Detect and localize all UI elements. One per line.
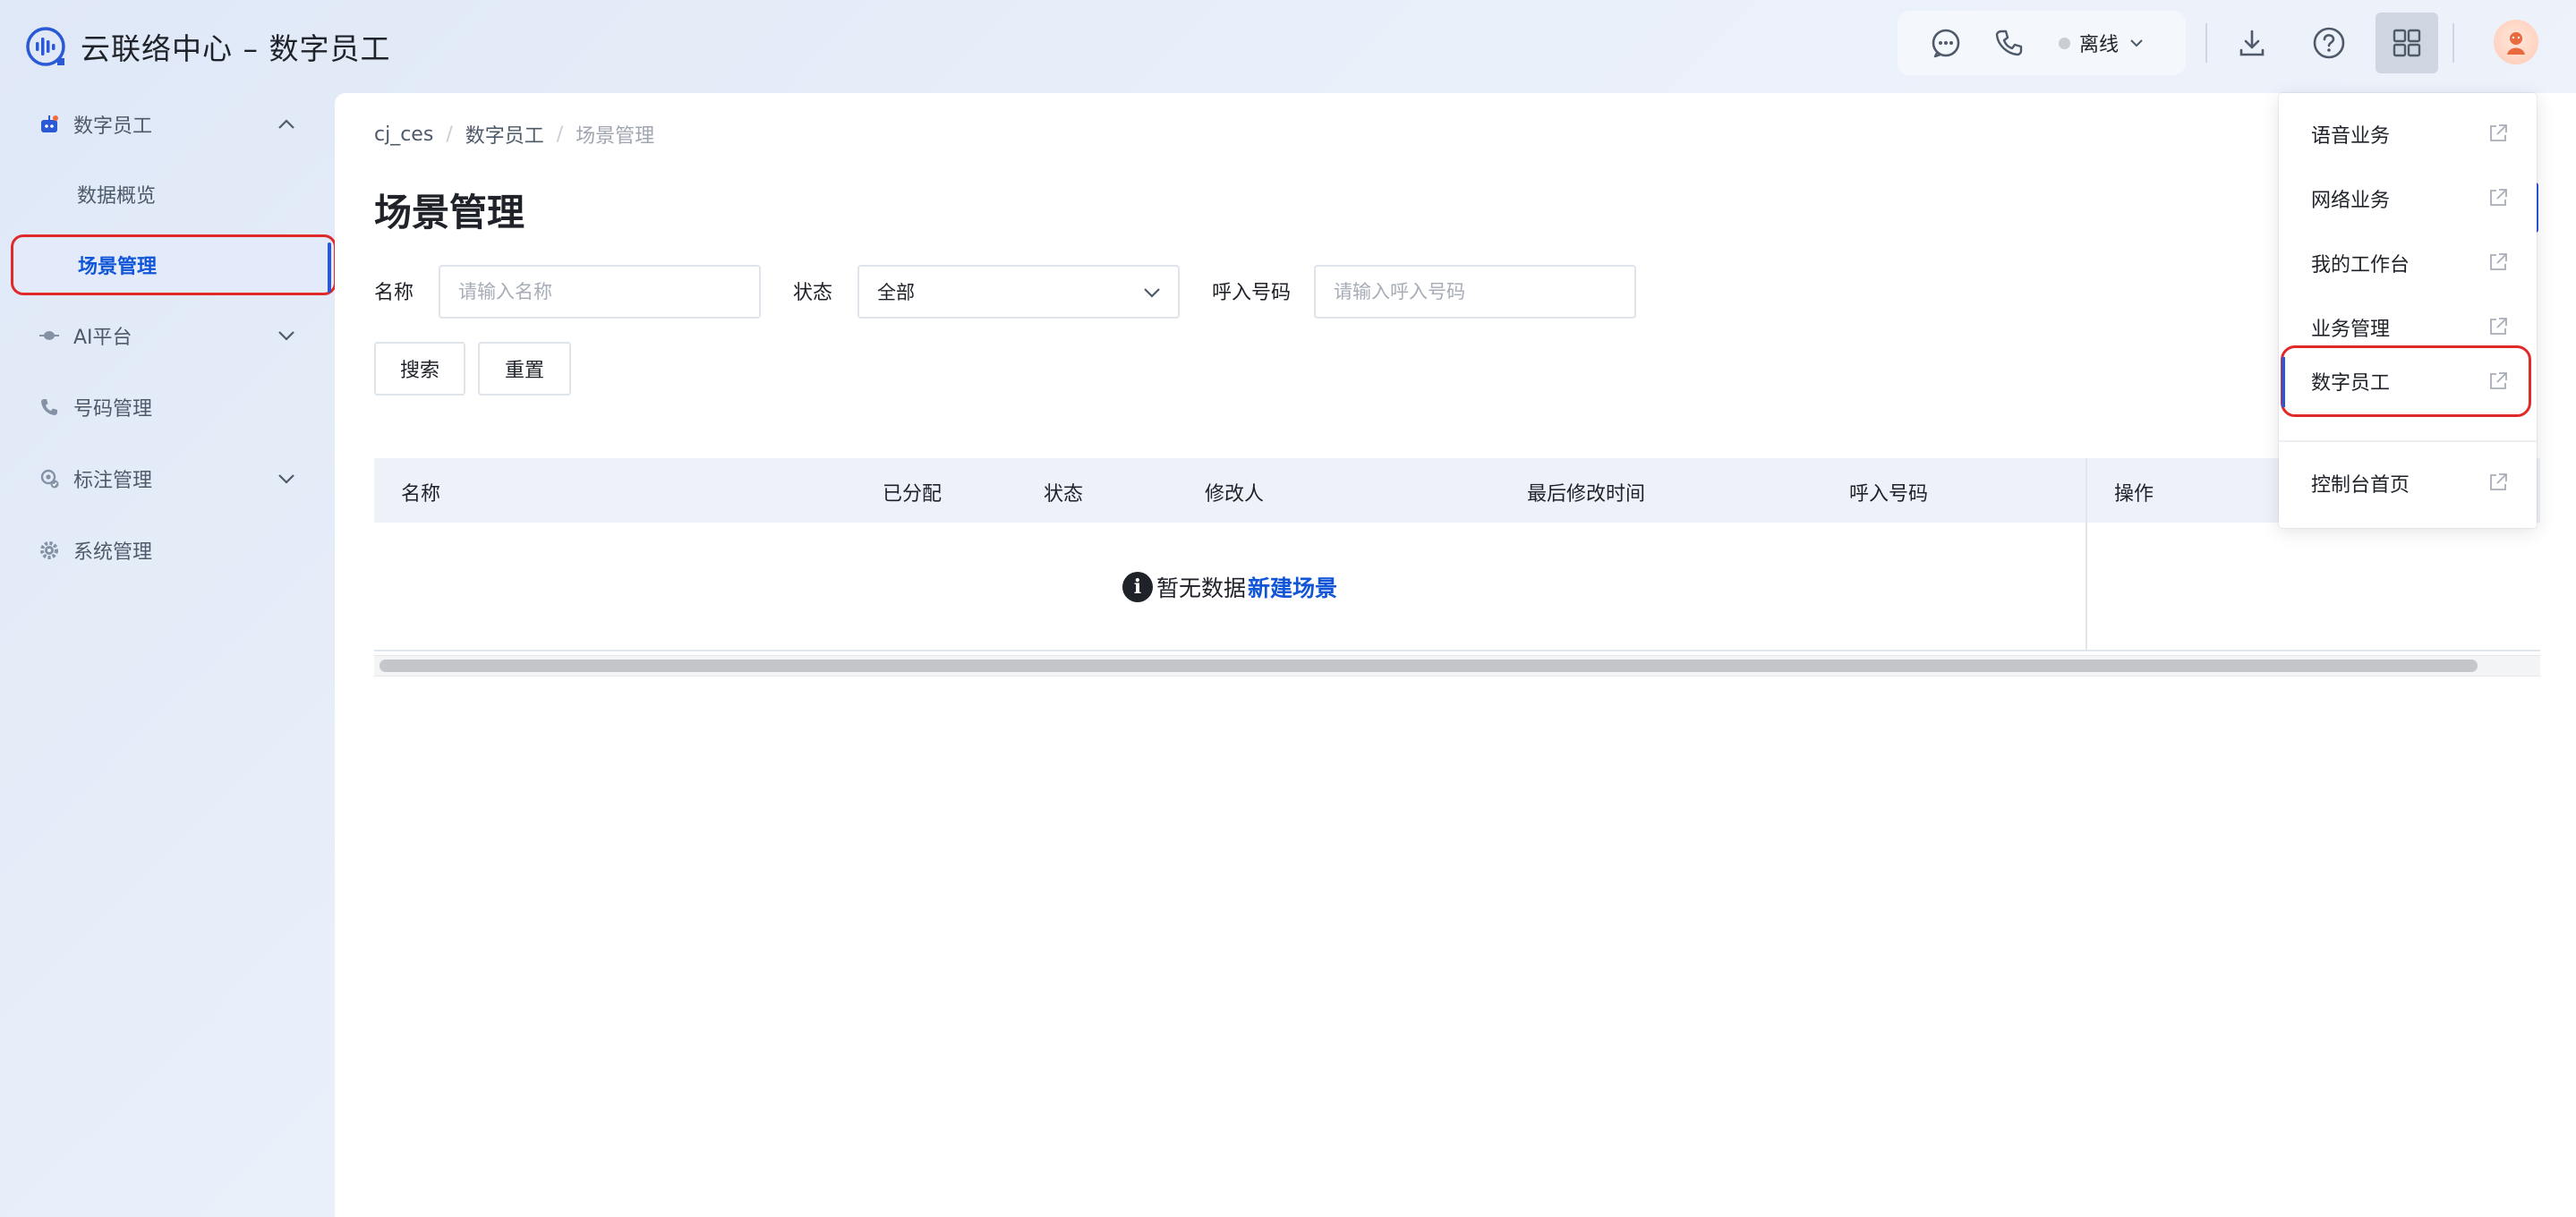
status-label: 离线: [2079, 34, 2120, 56]
column-header-last-modified: 最后修改时间: [1527, 483, 1646, 506]
active-indicator: [2282, 357, 2285, 407]
menu-item-network-business[interactable]: 网络业务: [2279, 168, 2537, 229]
sidebar-item-label: 标注管理: [73, 470, 153, 492]
horizontal-scrollbar[interactable]: [374, 655, 2540, 677]
status-filter-label: 状态: [793, 282, 833, 304]
sidebar-item-label: 数字员工: [73, 115, 153, 138]
number-filter-label: 呼入号码: [1212, 282, 1292, 304]
apps-dropdown-menu: 语音业务 网络业务 我的工作台 业务管理 数字员工 控制台首页: [2279, 93, 2537, 528]
empty-text: 暂无数据: [1156, 575, 1246, 601]
top-bar: 云联络中心 – 数字员工 离线: [0, 0, 2576, 93]
chevron-down-icon: [274, 466, 299, 491]
menu-divider: [2279, 440, 2537, 442]
avatar[interactable]: [2494, 20, 2538, 64]
phone-number-icon: [38, 396, 61, 419]
column-header-name: 名称: [401, 483, 441, 506]
apps-grid-icon: [2393, 29, 2421, 57]
sidebar-item-scene-management[interactable]: 场景管理: [11, 234, 337, 295]
menu-item-label: 业务管理: [2311, 319, 2391, 341]
sidebar-item-label: 系统管理: [73, 541, 153, 564]
empty-state: i 暂无数据 新建场景: [374, 523, 2086, 651]
column-header-modifier: 修改人: [1205, 483, 1265, 506]
sidebar-item-annotation-management[interactable]: 标注管理: [0, 447, 335, 510]
reset-button[interactable]: 重置: [478, 342, 571, 396]
name-search-input[interactable]: [439, 265, 761, 319]
search-button[interactable]: 搜索: [374, 342, 465, 396]
sidebar: 数字员工 数据概览 场景管理 AI平台 号码管理 标注管理 系统管理: [0, 93, 337, 1217]
menu-item-my-workbench[interactable]: 我的工作台: [2279, 233, 2537, 294]
external-link-icon: [2490, 473, 2507, 490]
menu-item-label: 网络业务: [2311, 190, 2391, 212]
menu-item-console-home[interactable]: 控制台首页: [2279, 453, 2537, 514]
sidebar-item-data-overview[interactable]: 数据概览: [0, 163, 335, 226]
sidebar-item-label: 数据概览: [77, 185, 157, 208]
breadcrumb-separator: /: [556, 123, 564, 146]
external-link-icon: [2490, 253, 2507, 270]
inbound-number-input[interactable]: [1314, 265, 1636, 319]
name-filter-label: 名称: [374, 282, 414, 304]
chat-icon[interactable]: [1928, 25, 1964, 61]
avatar-image-icon: [2507, 32, 2525, 55]
sidebar-item-digital-employee[interactable]: 数字员工: [0, 93, 335, 156]
status-select[interactable]: 全部: [857, 265, 1180, 319]
logo-icon: [26, 27, 65, 66]
sidebar-item-ai-platform[interactable]: AI平台: [0, 304, 335, 367]
breadcrumb-current: 场景管理: [576, 125, 655, 148]
call-tool-group: 离线: [1898, 11, 2186, 75]
sidebar-item-number-management[interactable]: 号码管理: [0, 376, 335, 438]
chevron-down-icon: [1144, 288, 1160, 298]
sidebar-item-label: 场景管理: [78, 256, 158, 278]
settings-icon: [38, 539, 61, 562]
menu-item-label: 数字员工: [2311, 372, 2391, 395]
download-icon[interactable]: [2232, 23, 2272, 63]
chevron-up-icon: [274, 112, 299, 137]
breadcrumb-item[interactable]: 数字员工: [465, 120, 544, 149]
page-title: 场景管理: [374, 191, 525, 234]
create-scene-link[interactable]: 新建场景: [1248, 571, 1337, 603]
sidebar-item-label: AI平台: [73, 327, 132, 349]
chevron-down-icon: [274, 323, 299, 348]
app-title: 云联络中心 – 数字员工: [81, 31, 391, 66]
toolbar-divider: [2452, 23, 2454, 63]
column-header-inbound-number: 呼入号码: [1849, 483, 1929, 506]
menu-item-voice-business[interactable]: 语音业务: [2279, 104, 2537, 165]
menu-item-label: 控制台首页: [2311, 474, 2410, 497]
external-link-icon: [2490, 372, 2507, 389]
annotation-icon: [38, 467, 61, 490]
sidebar-item-system-management[interactable]: 系统管理: [0, 519, 335, 582]
chevron-down-icon: [2130, 39, 2143, 47]
breadcrumb-item[interactable]: cj_ces: [374, 123, 433, 146]
column-header-status: 状态: [1044, 483, 1084, 506]
status-select-value: 全部: [877, 282, 915, 303]
scrollbar-thumb[interactable]: [380, 660, 2478, 672]
agent-status-dropdown[interactable]: 离线: [2059, 27, 2145, 59]
status-dot: [2059, 37, 2070, 49]
external-link-icon: [2490, 124, 2507, 141]
sidebar-item-label: 号码管理: [73, 398, 153, 421]
apps-grid-button[interactable]: [2376, 13, 2438, 73]
scene-table: 名称 已分配 状态 修改人 最后修改时间 呼入号码 操作 i 暂无数据 新建场景: [374, 458, 2540, 677]
column-header-assigned: 已分配: [883, 483, 943, 506]
menu-item-digital-employee[interactable]: 数字员工: [2281, 345, 2531, 417]
main-content: cj_ces / 数字员工 / 场景管理 场景管理 名称 状态 全部 呼入号码 …: [335, 93, 2576, 1217]
external-link-icon: [2490, 318, 2507, 335]
breadcrumb: cj_ces / 数字员工 / 场景管理: [374, 120, 654, 149]
info-icon: i: [1122, 572, 1153, 602]
brand: 云联络中心 – 数字员工: [25, 21, 390, 72]
toolbar-divider: [2205, 23, 2207, 63]
digital-employee-icon: [38, 113, 61, 136]
phone-icon[interactable]: [1991, 25, 2026, 61]
external-link-icon: [2490, 189, 2507, 206]
table-bottom-border: [374, 650, 2540, 651]
menu-item-label: 语音业务: [2311, 125, 2391, 148]
menu-item-label: 我的工作台: [2311, 254, 2410, 277]
breadcrumb-separator: /: [446, 123, 453, 146]
ai-platform-icon: [38, 324, 61, 347]
help-icon[interactable]: [2309, 23, 2349, 63]
active-indicator: [328, 243, 331, 293]
